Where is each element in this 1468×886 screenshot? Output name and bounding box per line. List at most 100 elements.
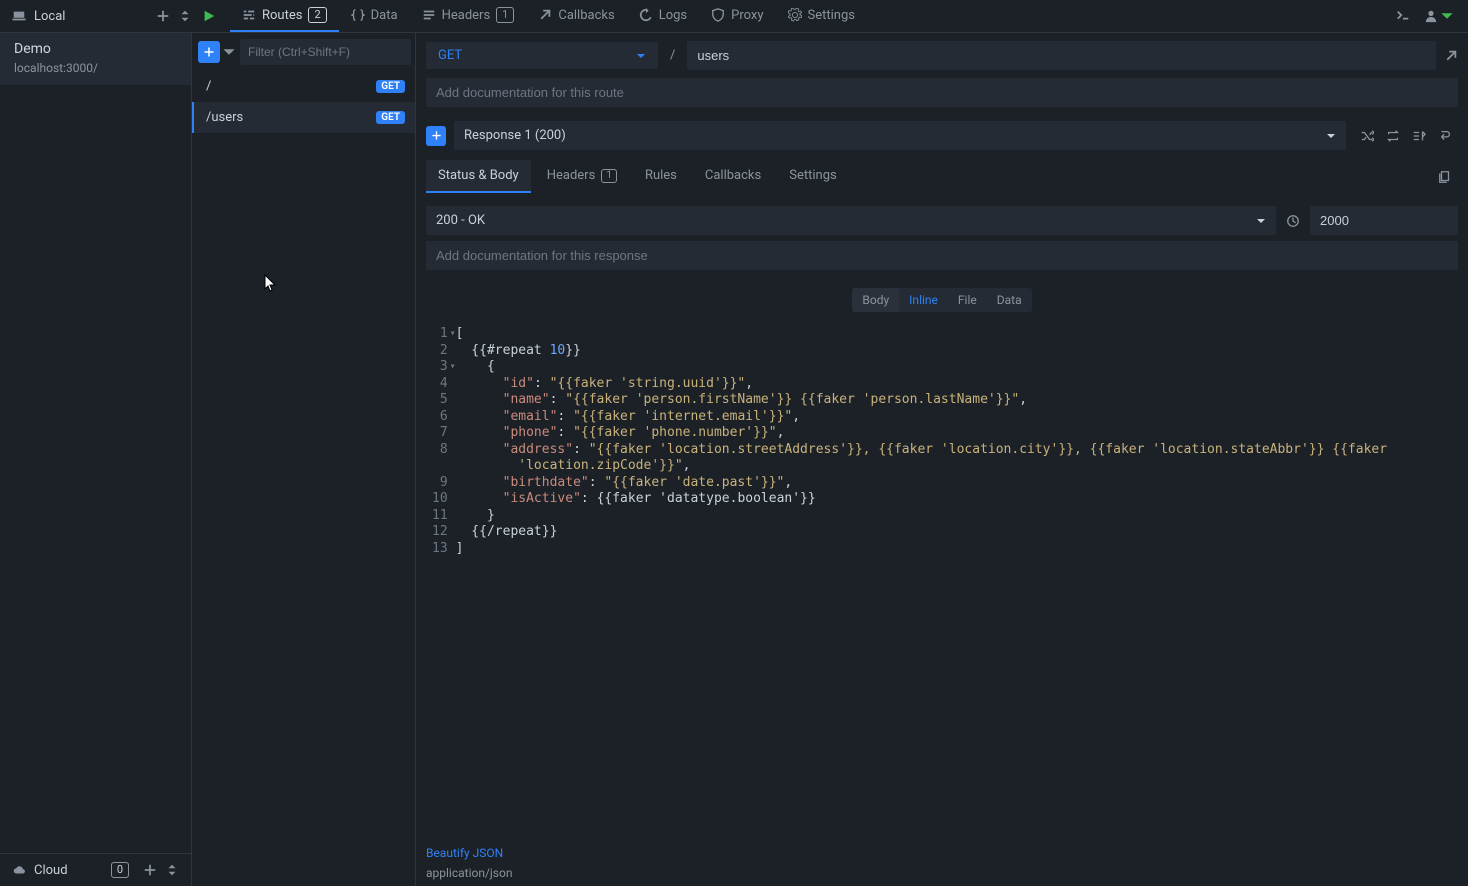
route-method-badge: GET [376, 80, 405, 93]
status-row: 200 - OK [416, 194, 1468, 241]
status-select[interactable]: 200 - OK [426, 206, 1276, 235]
code-editor[interactable]: 1▾ 2 3▾ 4 5 6 7 8 9 10 11 12 13 [ {{#rep… [416, 320, 1468, 842]
subtab-status-body[interactable]: Status & Body [426, 160, 531, 193]
add-route-button[interactable] [198, 41, 220, 63]
add-response-button[interactable] [426, 126, 446, 146]
route-path: / [206, 79, 211, 94]
content-type-label: application/json [416, 862, 1468, 886]
tab-label: Proxy [731, 8, 763, 23]
topbar-tabs: Routes 2 Data Headers 1 Callbacks Logs P… [230, 0, 867, 32]
cloud-label: Cloud [34, 863, 68, 878]
body-mode-inline[interactable]: Inline [899, 288, 948, 312]
route-doc-input[interactable] [426, 78, 1458, 107]
terminal-icon[interactable] [1396, 9, 1410, 23]
tab-label: Routes [262, 8, 302, 23]
response-select[interactable]: Response 1 (200) [454, 121, 1346, 150]
route-method-badge: GET [376, 111, 405, 124]
tab-proxy[interactable]: Proxy [699, 0, 775, 32]
topbar-right [1396, 9, 1468, 23]
gear-icon [788, 8, 802, 22]
body-mode-row: Body Inline File Data [416, 270, 1468, 320]
body-mode-body[interactable]: Body [852, 288, 899, 312]
response-doc-input[interactable] [426, 241, 1458, 270]
headers-icon [422, 8, 436, 22]
laptop-icon [12, 9, 26, 23]
add-env-icon[interactable] [156, 9, 170, 23]
sort-cloud-icon[interactable] [165, 863, 179, 877]
braces-icon [351, 8, 365, 22]
env-name: Demo [14, 41, 179, 57]
routes-filter-input[interactable] [240, 39, 411, 65]
subtab-headers[interactable]: Headers 1 [535, 160, 629, 193]
fallback-icon[interactable] [1438, 129, 1452, 143]
chevron-down-icon [636, 51, 646, 61]
env-footer-cloud: Cloud 0 [0, 853, 191, 886]
user-menu-icon[interactable] [1424, 9, 1454, 23]
tab-callbacks[interactable]: Callbacks [526, 0, 626, 32]
response-row: Response 1 (200) [416, 107, 1468, 160]
editor-gutter: 1▾ 2 3▾ 4 5 6 7 8 9 10 11 12 13 [416, 326, 456, 836]
chevron-down-icon [1326, 131, 1336, 141]
body-mode-data[interactable]: Data [987, 288, 1032, 312]
editor-footer: Beautify JSON [416, 842, 1468, 862]
routes-sidebar: / GET /users GET [192, 33, 416, 886]
main: Demo localhost:3000/ Cloud 0 / GET [0, 33, 1468, 886]
route-path-input[interactable] [687, 41, 1436, 70]
shield-icon [711, 8, 725, 22]
tab-label: Headers [442, 8, 491, 23]
topbar-env: Local [0, 0, 192, 32]
env-item[interactable]: Demo localhost:3000/ [0, 33, 191, 85]
route-path: /users [206, 110, 243, 125]
tab-badge: 1 [496, 7, 514, 23]
tab-badge: 2 [308, 7, 326, 23]
tab-label: Data [371, 8, 398, 23]
sliders-icon [242, 8, 256, 22]
tab-data[interactable]: Data [339, 0, 410, 32]
route-topline: GET / [416, 33, 1468, 78]
open-external-icon[interactable] [1444, 49, 1458, 63]
rules-mode-icon[interactable] [1412, 129, 1426, 143]
sort-icon[interactable] [178, 9, 192, 23]
beautify-json-link[interactable]: Beautify JSON [426, 846, 503, 860]
route-item-users[interactable]: /users GET [192, 102, 415, 133]
copy-icon[interactable] [1438, 170, 1452, 184]
env-host: localhost:3000/ [14, 61, 179, 75]
editor-content[interactable]: [ {{#repeat 10}} { "id": "{{faker 'strin… [456, 326, 1468, 836]
subtab-rules[interactable]: Rules [633, 160, 689, 193]
path-slash: / [666, 48, 679, 63]
delay-input[interactable] [1310, 206, 1458, 235]
play-icon[interactable] [202, 9, 216, 23]
response-label: Response 1 (200) [464, 128, 566, 143]
refresh-icon [639, 8, 653, 22]
add-cloud-icon[interactable] [143, 863, 157, 877]
topbar: Local Routes 2 Data Headers 1 Callbacks [0, 0, 1468, 33]
method-select[interactable]: GET [426, 42, 658, 69]
shuffle-icon[interactable] [1360, 129, 1374, 143]
arrow-out-icon [538, 8, 552, 22]
clock-icon [1286, 214, 1300, 228]
response-actions [1354, 129, 1458, 143]
tab-label: Settings [808, 8, 855, 23]
response-subtabs: Status & Body Headers 1 Rules Callbacks … [416, 160, 1468, 194]
tab-headers[interactable]: Headers 1 [410, 0, 527, 32]
body-mode-file[interactable]: File [948, 288, 987, 312]
cloud-count: 0 [111, 862, 129, 878]
route-item-root[interactable]: / GET [192, 71, 415, 102]
add-route-dropdown-icon[interactable] [222, 45, 236, 59]
chevron-down-icon [1256, 216, 1266, 226]
env-type-label: Local [34, 9, 65, 24]
tab-routes[interactable]: Routes 2 [230, 0, 339, 32]
routes-head [192, 33, 415, 71]
repeat-icon[interactable] [1386, 129, 1400, 143]
status-value: 200 - OK [436, 213, 485, 228]
method-value: GET [438, 48, 462, 63]
tab-settings[interactable]: Settings [776, 0, 867, 32]
body-mode-group: Body Inline File Data [852, 288, 1031, 312]
cloud-icon [12, 863, 26, 877]
tab-logs[interactable]: Logs [627, 0, 699, 32]
tab-label: Callbacks [558, 8, 614, 23]
subtab-settings[interactable]: Settings [777, 160, 848, 193]
env-sidebar: Demo localhost:3000/ Cloud 0 [0, 33, 192, 886]
subtab-callbacks[interactable]: Callbacks [693, 160, 773, 193]
route-content: GET / Response 1 (200) [416, 33, 1468, 886]
